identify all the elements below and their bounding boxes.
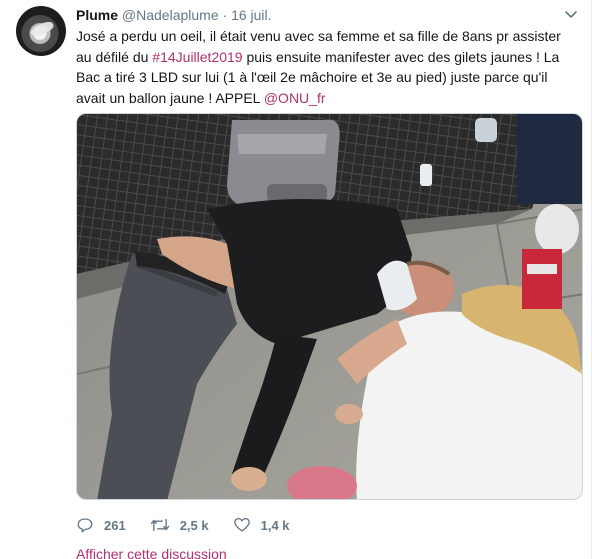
reply-icon	[77, 518, 93, 533]
photo-illustration	[77, 114, 582, 499]
retweet-count: 2,5 k	[179, 517, 209, 533]
like-button[interactable]: 1,4 k	[233, 516, 290, 534]
tweet-card[interactable]: Plume @Nadelaplume · 16 juil. José a per…	[0, 0, 592, 559]
tweet-actions: 261 2,5 k 1,4 k	[76, 514, 314, 536]
author-name[interactable]: Plume	[76, 7, 118, 23]
mention-link[interactable]: @ONU_fr	[264, 90, 326, 106]
hashtag-link[interactable]: #14Juillet2019	[152, 49, 242, 65]
retweet-button[interactable]: 2,5 k	[150, 516, 209, 534]
retweet-icon	[150, 518, 169, 532]
feather-icon	[29, 19, 55, 39]
tweet-date[interactable]: 16 juil.	[231, 7, 271, 23]
reply-count: 261	[104, 517, 126, 533]
avatar[interactable]	[16, 6, 66, 56]
tweet-header: Plume @Nadelaplume · 16 juil.	[76, 6, 272, 24]
reply-button[interactable]: 261	[76, 516, 126, 534]
show-thread-link[interactable]: Afficher cette discussion	[76, 546, 227, 559]
tweet-photo[interactable]	[76, 113, 583, 500]
separator: ·	[222, 7, 228, 23]
author-handle[interactable]: @Nadelaplume	[122, 7, 219, 23]
tweet-text: José a perdu un oeil, il était venu avec…	[76, 26, 576, 108]
heart-icon	[233, 517, 250, 532]
like-count: 1,4 k	[260, 517, 290, 533]
chevron-down-icon[interactable]	[563, 6, 579, 22]
